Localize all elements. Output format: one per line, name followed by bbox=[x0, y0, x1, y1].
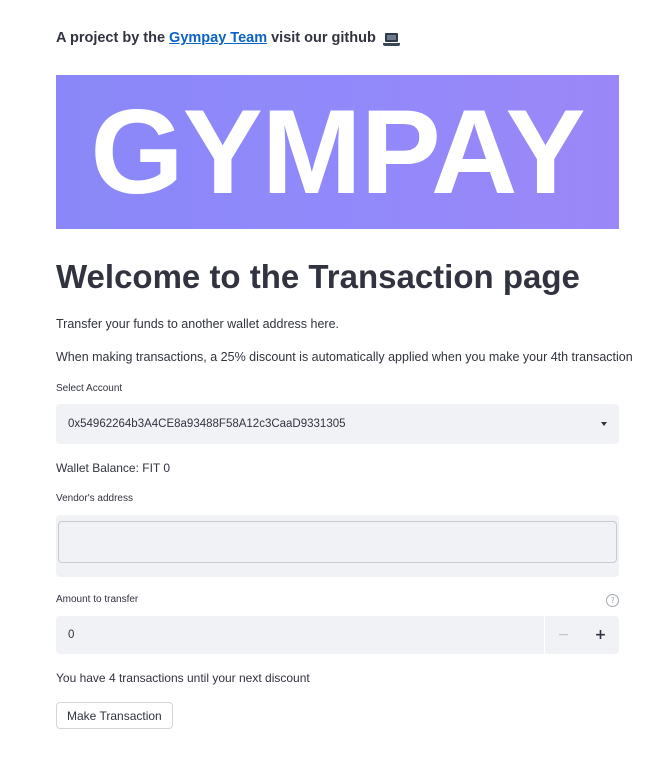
amount-input[interactable]: 0 bbox=[56, 616, 544, 654]
amount-stepper: 0 − + bbox=[56, 616, 619, 654]
credit-prefix: A project by the bbox=[56, 30, 166, 46]
gympay-team-link[interactable]: Gympay Team bbox=[169, 30, 267, 46]
account-select-value: 0x54962264b3A4CE8a93488F58A12c3CaaD93313… bbox=[68, 418, 346, 430]
intro-text: Transfer your funds to another wallet ad… bbox=[56, 317, 340, 331]
wallet-balance: Wallet Balance: FIT 0 bbox=[56, 461, 171, 475]
vendor-address-input[interactable] bbox=[58, 521, 617, 563]
transaction-page: A project by the Gympay Team visit our g… bbox=[0, 0, 655, 760]
vendor-address-container bbox=[56, 515, 619, 577]
transactions-remaining: You have 4 transactions until your next … bbox=[56, 671, 310, 685]
banner-logo-text: GYMPAY bbox=[90, 85, 585, 219]
help-icon[interactable]: ? bbox=[606, 594, 619, 607]
account-select[interactable]: 0x54962264b3A4CE8a93488F58A12c3CaaD93313… bbox=[56, 404, 619, 444]
account-select-label: Select Account bbox=[56, 383, 123, 394]
make-transaction-button[interactable]: Make Transaction bbox=[56, 702, 173, 729]
credit-suffix: visit our github bbox=[271, 30, 376, 46]
decrement-button[interactable]: − bbox=[544, 616, 582, 654]
amount-label: Amount to transfer bbox=[56, 594, 139, 605]
increment-button[interactable]: + bbox=[582, 616, 619, 654]
discount-note: When making transactions, a 25% discount… bbox=[56, 350, 633, 364]
chevron-down-icon[interactable] bbox=[601, 422, 607, 426]
project-credit: A project by the Gympay Team visit our g… bbox=[56, 30, 400, 46]
page-title: Welcome to the Transaction page bbox=[56, 258, 580, 295]
gympay-banner: GYMPAY bbox=[56, 75, 619, 229]
vendor-address-label: Vendor's address bbox=[56, 493, 133, 504]
laptop-icon bbox=[382, 32, 400, 46]
